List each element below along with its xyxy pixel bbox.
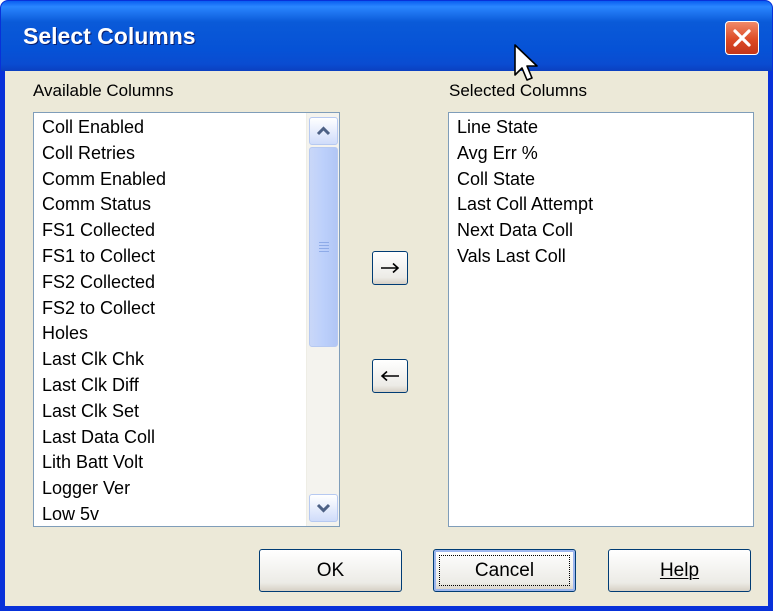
list-item[interactable]: Last Clk Diff [34,373,339,399]
chevron-up-icon [316,126,331,136]
list-item[interactable]: Comm Enabled [34,167,339,193]
thumb-grip-line [319,245,329,246]
list-item[interactable]: FS2 Collected [34,270,339,296]
arrow-left-icon [380,370,399,382]
list-item[interactable]: FS1 Collected [34,218,339,244]
list-item[interactable]: Last Clk Chk [34,347,339,373]
list-item[interactable]: Vals Last Coll [449,244,753,270]
available-columns-label: Available Columns [33,81,174,100]
list-item[interactable]: Lith Batt Volt [34,450,339,476]
scroll-down-button[interactable] [309,494,338,522]
thumb-grip-line [319,248,329,249]
cancel-button[interactable]: Cancel [433,549,576,592]
list-item[interactable]: Coll State [449,167,753,193]
list-item[interactable]: Avg Err % [449,141,753,167]
dialog-body: Available Columns Selected Columns Coll … [5,71,768,606]
ok-button[interactable]: OK [259,549,402,592]
list-item[interactable]: Coll Retries [34,141,339,167]
list-item[interactable]: Last Clk Set [34,399,339,425]
list-item[interactable]: Coll Enabled [34,115,339,141]
add-column-button[interactable] [372,251,408,285]
selected-items-container: Line State Avg Err % Coll State Last Col… [449,113,753,270]
thumb-grip-line [319,242,329,243]
dialog-title: Select Columns [23,23,196,49]
list-item[interactable]: FS2 to Collect [34,296,339,322]
list-item[interactable]: Holes [34,321,339,347]
select-columns-dialog: Select Columns Available Columns Selecte… [0,0,773,611]
list-item[interactable]: Line State [449,115,753,141]
list-item[interactable]: Logger Ver [34,476,339,502]
list-item[interactable]: Last Data Coll [34,425,339,451]
list-item[interactable]: Last Coll Attempt [449,192,753,218]
remove-column-button[interactable] [372,359,408,393]
chevron-down-icon [316,503,331,513]
scroll-thumb[interactable] [309,147,338,347]
help-button-label: Help [659,560,700,581]
close-button[interactable] [725,21,759,55]
help-button[interactable]: Help [608,549,751,592]
title-bar[interactable]: Select Columns [1,1,772,71]
focus-ring [439,555,570,586]
thumb-grip-line [319,251,329,252]
list-item[interactable]: Next Data Coll [449,218,753,244]
selected-columns-list[interactable]: Line State Avg Err % Coll State Last Col… [448,112,754,527]
mouse-cursor-icon [514,44,538,81]
list-item[interactable]: Comm Status [34,192,339,218]
arrow-right-icon [381,262,400,274]
scroll-up-button[interactable] [309,117,338,145]
available-items-container: Coll Enabled Coll Retries Comm Enabled C… [34,113,339,526]
close-icon [733,29,751,47]
list-item[interactable]: Low 5v [34,502,339,526]
vertical-scrollbar[interactable] [306,113,339,526]
available-columns-list[interactable]: Coll Enabled Coll Retries Comm Enabled C… [33,112,340,527]
list-item[interactable]: FS1 to Collect [34,244,339,270]
